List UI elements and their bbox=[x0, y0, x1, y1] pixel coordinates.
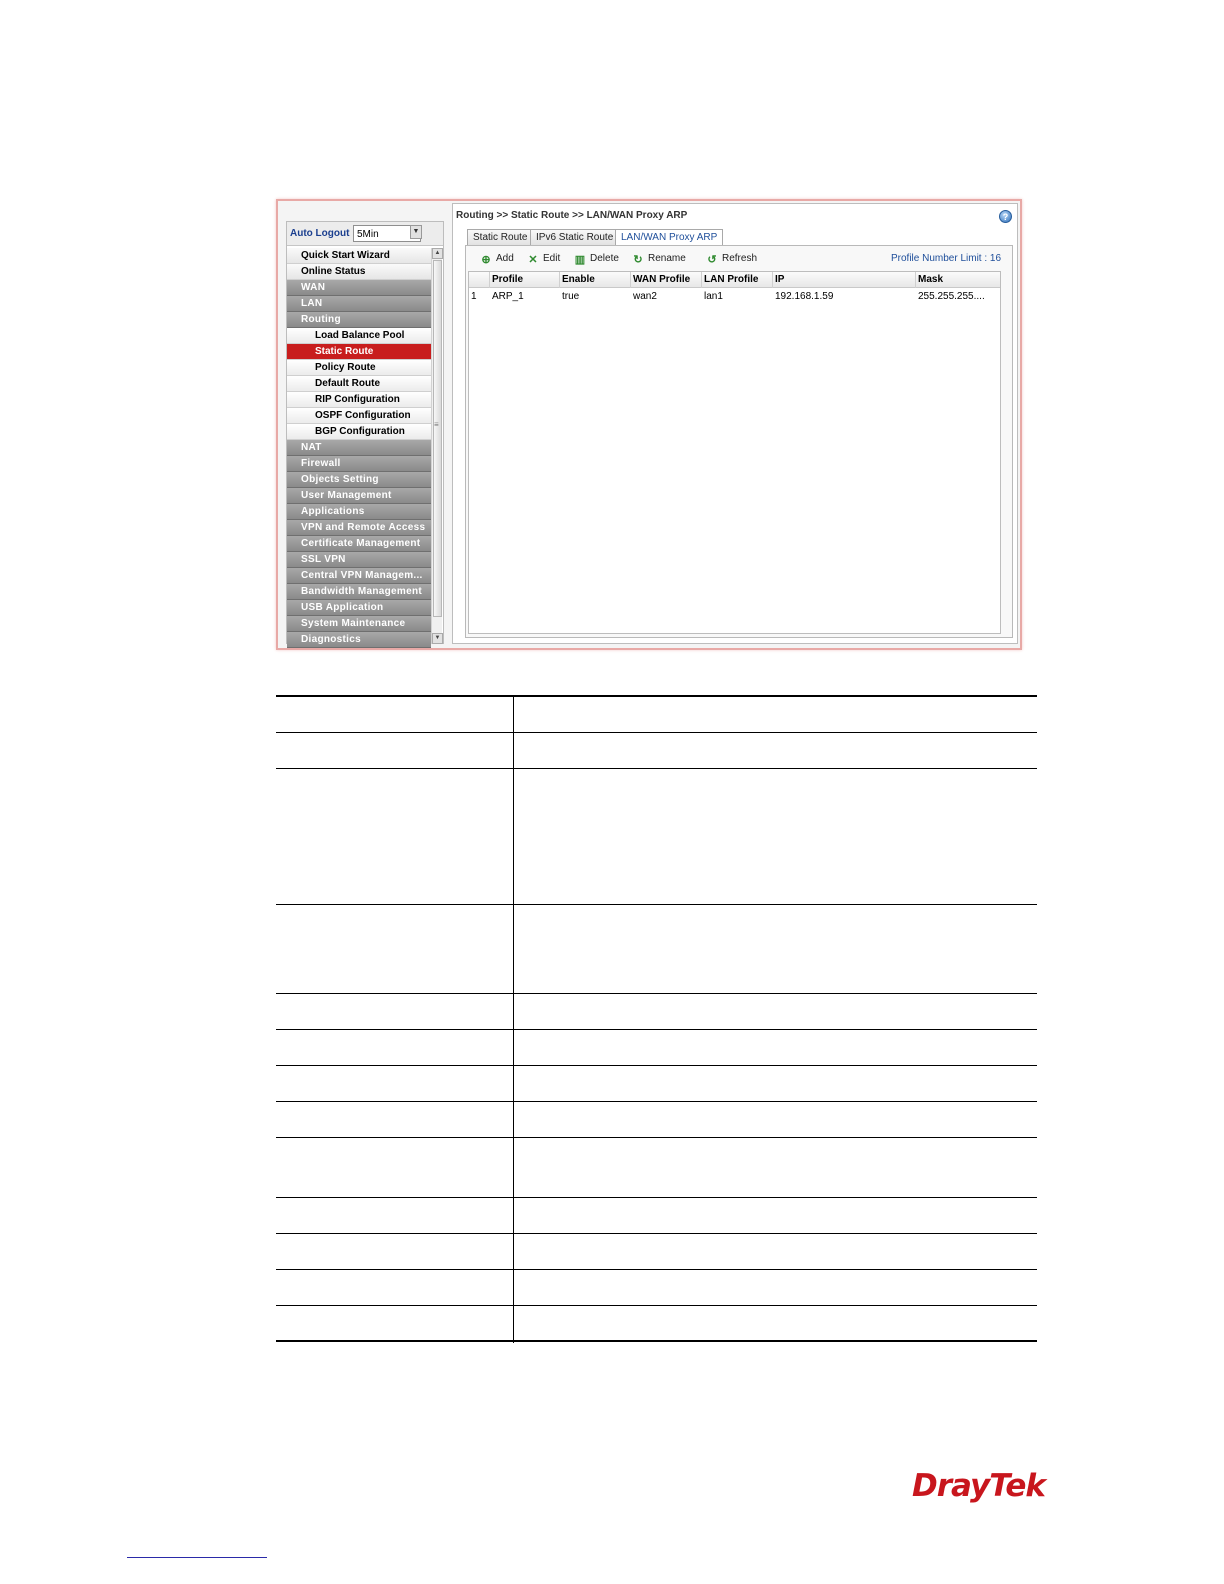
toolbar: ⊕ Add ✕ Edit ▥ Delete ↻ Rename ↺ Refresh Prof… bbox=[468, 249, 1010, 269]
delete-button[interactable]: ▥ Delete bbox=[574, 253, 619, 266]
sidebar-item-applications[interactable]: Applications bbox=[287, 504, 431, 520]
row-profile: ARP_1 bbox=[492, 291, 524, 302]
tab-ipv6-static-route[interactable]: IPv6 Static Route bbox=[530, 229, 620, 246]
tab-static-route[interactable]: Static Route bbox=[467, 229, 534, 246]
table-rule bbox=[276, 768, 1037, 769]
sidebar-item-certificate-management[interactable]: Certificate Management bbox=[287, 536, 431, 552]
table-rule bbox=[276, 1269, 1037, 1270]
grid-header-index bbox=[469, 272, 489, 288]
table-rule bbox=[276, 732, 1037, 733]
description-table bbox=[276, 695, 1037, 1343]
tab-lan-wan-proxy-arp[interactable]: LAN/WAN Proxy ARP bbox=[615, 229, 724, 246]
profile-grid: Profile Enable WAN Profile LAN Profile I… bbox=[468, 271, 1001, 634]
table-column-divider bbox=[513, 695, 514, 1343]
delete-label: Delete bbox=[590, 253, 619, 264]
footer-link-underline bbox=[127, 1557, 267, 1558]
grid-header-wan-profile[interactable]: WAN Profile bbox=[630, 272, 701, 288]
grid-header-mask[interactable]: Mask bbox=[915, 272, 1000, 288]
sidebar-item-lan[interactable]: LAN bbox=[287, 296, 431, 312]
main-content: Routing >> Static Route >> LAN/WAN Proxy… bbox=[452, 203, 1018, 644]
refresh-icon: ↺ bbox=[707, 254, 717, 266]
edit-button[interactable]: ✕ Edit bbox=[527, 253, 560, 266]
sidebar-item-policy-route[interactable]: Policy Route bbox=[287, 360, 431, 376]
sidebar-item-user-management[interactable]: User Management bbox=[287, 488, 431, 504]
edit-icon: ✕ bbox=[528, 254, 538, 266]
add-button[interactable]: ⊕ Add bbox=[480, 253, 514, 266]
sidebar-item-static-route[interactable]: Static Route bbox=[287, 344, 431, 360]
breadcrumb: Routing >> Static Route >> LAN/WAN Proxy… bbox=[456, 210, 688, 221]
sidebar-item-vpn-and-remote-access[interactable]: VPN and Remote Access bbox=[287, 520, 431, 536]
row-enable: true bbox=[562, 291, 580, 302]
edit-label: Edit bbox=[543, 253, 561, 264]
grid-header: Profile Enable WAN Profile LAN Profile I… bbox=[469, 272, 1000, 288]
table-row[interactable]: 1 ARP_1 true wan2 lan1 192.168.1.59 255.… bbox=[469, 289, 1000, 305]
profile-limit-text: Profile Number Limit : 16 bbox=[891, 253, 1002, 264]
sidebar-item-default-route[interactable]: Default Route bbox=[287, 376, 431, 392]
table-rule bbox=[276, 1340, 1037, 1342]
router-web-ui-screenshot: Auto Logout : 5Min ▼ Quick Start Wizard O… bbox=[276, 199, 1022, 650]
chevron-down-icon[interactable]: ▼ bbox=[410, 225, 422, 239]
table-rule bbox=[276, 1137, 1037, 1138]
draytek-logo: DrayTek bbox=[912, 1468, 1046, 1504]
sidebar-scrollbar[interactable]: ▲ ≡ ▼ bbox=[431, 248, 443, 644]
rename-label: Rename bbox=[648, 253, 686, 264]
refresh-button[interactable]: ↺ Refresh bbox=[706, 253, 757, 266]
sidebar: Auto Logout : 5Min ▼ Quick Start Wizard O… bbox=[286, 221, 444, 648]
auto-logout-bar: Auto Logout : 5Min ▼ bbox=[287, 222, 443, 246]
table-rule bbox=[276, 1305, 1037, 1306]
sidebar-item-nat[interactable]: NAT bbox=[287, 440, 431, 456]
scrollbar-thumb[interactable] bbox=[433, 260, 442, 617]
sidebar-item-objects-setting[interactable]: Objects Setting bbox=[287, 472, 431, 488]
scroll-down-arrow-icon[interactable]: ▼ bbox=[432, 633, 443, 644]
table-rule bbox=[276, 1233, 1037, 1234]
add-label: Add bbox=[496, 253, 514, 264]
sidebar-item-bandwidth-management[interactable]: Bandwidth Management bbox=[287, 584, 431, 600]
table-rule bbox=[276, 993, 1037, 994]
table-rule bbox=[276, 1197, 1037, 1198]
table-rule bbox=[276, 695, 1037, 697]
auto-logout-label: Auto Logout : bbox=[290, 228, 356, 239]
sidebar-item-central-vpn-managem[interactable]: Central VPN Managem... bbox=[287, 568, 431, 584]
sidebar-item-ssl-vpn[interactable]: SSL VPN bbox=[287, 552, 431, 568]
sidebar-item-system-maintenance[interactable]: System Maintenance bbox=[287, 616, 431, 632]
sidebar-item-rip-configuration[interactable]: RIP Configuration bbox=[287, 392, 431, 408]
sidebar-item-bgp-configuration[interactable]: BGP Configuration bbox=[287, 424, 431, 440]
help-icon[interactable]: ? bbox=[999, 210, 1012, 223]
grid-header-enable[interactable]: Enable bbox=[559, 272, 630, 288]
sidebar-item-ospf-configuration[interactable]: OSPF Configuration bbox=[287, 408, 431, 424]
table-rule bbox=[276, 1101, 1037, 1102]
grid-header-ip[interactable]: IP bbox=[772, 272, 915, 288]
sidebar-item-online-status[interactable]: Online Status bbox=[287, 264, 431, 280]
table-rule bbox=[276, 1029, 1037, 1030]
sidebar-item-quick-start-wizard[interactable]: Quick Start Wizard bbox=[287, 248, 431, 264]
rename-icon: ↻ bbox=[633, 254, 643, 266]
sidebar-item-wan[interactable]: WAN bbox=[287, 280, 431, 296]
row-wan-profile: wan2 bbox=[633, 291, 657, 302]
sidebar-item-routing[interactable]: Routing bbox=[287, 312, 431, 328]
sidebar-item-usb-application[interactable]: USB Application bbox=[287, 600, 431, 616]
row-lan-profile: lan1 bbox=[704, 291, 723, 302]
scroll-up-arrow-icon[interactable]: ▲ bbox=[432, 248, 443, 259]
row-index: 1 bbox=[471, 291, 477, 302]
sidebar-item-firewall[interactable]: Firewall bbox=[287, 456, 431, 472]
refresh-label: Refresh bbox=[722, 253, 758, 264]
trash-icon: ▥ bbox=[574, 254, 586, 266]
sidebar-menu: Quick Start Wizard Online Status WAN LAN Rou… bbox=[287, 248, 431, 648]
scrollbar-grip-icon: ≡ bbox=[434, 420, 439, 429]
row-mask: 255.255.255.... bbox=[918, 291, 985, 302]
proxy-arp-panel: ⊕ Add ✕ Edit ▥ Delete ↻ Rename ↺ Refresh Prof… bbox=[465, 245, 1013, 638]
rename-button[interactable]: ↻ Rename bbox=[632, 253, 686, 266]
sidebar-item-diagnostics[interactable]: Diagnostics bbox=[287, 632, 431, 648]
grid-header-profile[interactable]: Profile bbox=[489, 272, 559, 288]
grid-header-lan-profile[interactable]: LAN Profile bbox=[701, 272, 772, 288]
sidebar-item-load-balance-pool[interactable]: Load Balance Pool bbox=[287, 328, 431, 344]
table-rule bbox=[276, 1065, 1037, 1066]
add-icon: ⊕ bbox=[481, 254, 491, 266]
table-rule bbox=[276, 904, 1037, 905]
row-ip: 192.168.1.59 bbox=[775, 291, 834, 302]
